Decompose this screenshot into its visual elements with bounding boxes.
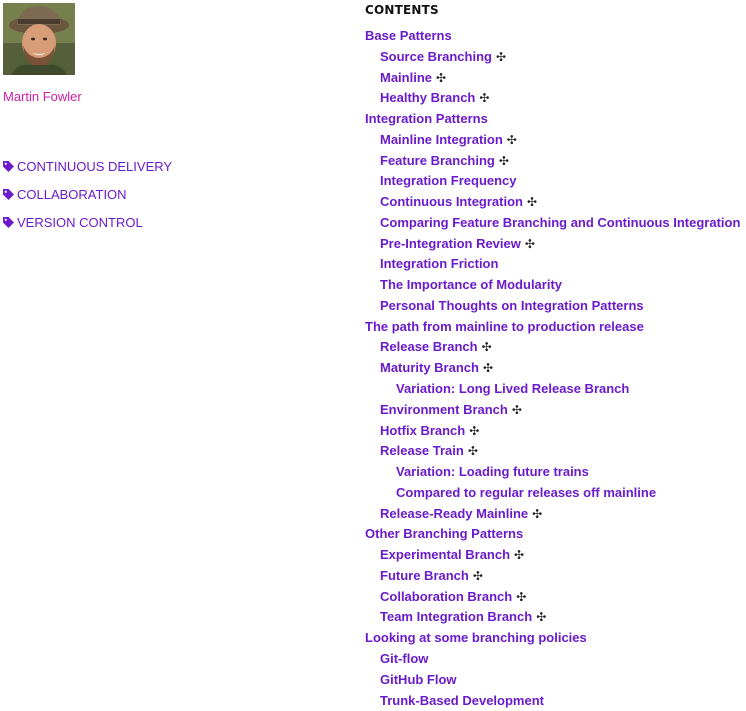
contents-item[interactable]: Healthy Branch ✣	[365, 88, 746, 109]
author-name-link[interactable]: Martin Fowler	[3, 88, 82, 106]
contents-item[interactable]: Integration Friction	[365, 254, 746, 275]
contents-item-label: Variation: Long Lived Release Branch	[396, 381, 629, 396]
contents-item[interactable]: Compared to regular releases off mainlin…	[365, 483, 746, 504]
author-photo[interactable]	[3, 3, 75, 75]
author-photo-icon	[3, 3, 75, 75]
tag-collaboration[interactable]: COLLABORATION	[3, 180, 172, 208]
pattern-mark-icon: ✣	[532, 507, 542, 521]
contents-item[interactable]: Integration Patterns	[365, 109, 746, 130]
contents-item-label: The path from mainline to production rel…	[365, 319, 644, 334]
tag-continuous-delivery[interactable]: CONTINUOUS DELIVERY	[3, 152, 172, 180]
contents-item-label: Collaboration Branch	[380, 589, 512, 604]
contents-item[interactable]: Mainline ✣	[365, 68, 746, 89]
contents-item-label: Git-flow	[380, 651, 428, 666]
contents-item-label: GitHub Flow	[380, 672, 457, 687]
contents-item[interactable]: Variation: Long Lived Release Branch	[365, 379, 746, 400]
contents-item-label: Comparing Feature Branching and Continuo…	[380, 215, 740, 230]
contents-list: Base PatternsSource Branching✣Mainline✣H…	[365, 26, 746, 711]
pattern-mark-icon: ✣	[473, 569, 483, 583]
pattern-mark-icon: ✣	[468, 444, 478, 458]
contents-item-label: Source Branching	[380, 49, 492, 64]
tag-label: VERSION CONTROL	[17, 215, 143, 230]
contents-item-label: Other Branching Patterns	[365, 526, 523, 541]
contents-item-label: Mainline Integration	[380, 132, 503, 147]
contents-item[interactable]: GitHub Flow	[365, 670, 746, 691]
contents-item[interactable]: Release Branch ✣	[365, 337, 746, 358]
contents-item-label: Healthy Branch	[380, 90, 475, 105]
pattern-mark-icon: ✣	[514, 548, 524, 562]
contents-item-label: Maturity Branch	[380, 360, 479, 375]
contents-item-label: Compared to regular releases off mainlin…	[396, 485, 656, 500]
tag-version-control[interactable]: VERSION CONTROL	[3, 208, 172, 236]
contents-item[interactable]: Environment Branch ✣	[365, 400, 746, 421]
contents-item-label: Release-Ready Mainline	[380, 506, 528, 521]
pattern-mark-icon: ✣	[512, 403, 522, 417]
contents-item[interactable]: Experimental Branch ✣	[365, 545, 746, 566]
tag-icon	[3, 189, 14, 200]
tag-label: COLLABORATION	[17, 187, 127, 202]
contents-item[interactable]: Integration Frequency	[365, 171, 746, 192]
contents-item[interactable]: Source Branching ✣	[365, 47, 746, 68]
pattern-mark-icon: ✣	[536, 610, 546, 624]
contents-item-label: Integration Friction	[380, 256, 498, 271]
contents-item[interactable]: Mainline Integration ✣	[365, 130, 746, 151]
contents-item[interactable]: Hotfix Branch ✣	[365, 421, 746, 442]
tag-label: CONTINUOUS DELIVERY	[17, 159, 172, 174]
contents-item[interactable]: Trunk-Based Development	[365, 691, 746, 711]
contents-item-label: Hotfix Branch	[380, 423, 465, 438]
contents-item[interactable]: Base Patterns	[365, 26, 746, 47]
contents-item-label: Looking at some branching policies	[365, 630, 587, 645]
contents-item-label: The Importance of Modularity	[380, 277, 562, 292]
contents-item-label: Release Branch	[380, 339, 478, 354]
tag-icon	[3, 217, 14, 228]
contents-item[interactable]: Collaboration Branch ✣	[365, 587, 746, 608]
pattern-mark-icon: ✣	[507, 133, 517, 147]
tag-list: CONTINUOUS DELIVERY COLLABORATION VERSIO…	[3, 152, 172, 236]
contents-item-label: Pre-Integration Review	[380, 236, 521, 251]
pattern-mark-icon: ✣	[482, 340, 492, 354]
pattern-mark-icon: ✣	[525, 237, 535, 251]
contents-item[interactable]: Future Branch ✣	[365, 566, 746, 587]
contents-item-label: Base Patterns	[365, 28, 452, 43]
contents-item[interactable]: Release Train ✣	[365, 441, 746, 462]
contents-item-label: Integration Patterns	[365, 111, 488, 126]
contents-item[interactable]: Looking at some branching policies	[365, 628, 746, 649]
contents-item-label: Mainline	[380, 70, 432, 85]
contents-item[interactable]: The path from mainline to production rel…	[365, 317, 746, 338]
tag-icon	[3, 161, 14, 172]
contents-item-label: Experimental Branch	[380, 547, 510, 562]
contents-item[interactable]: Personal Thoughts on Integration Pattern…	[365, 296, 746, 317]
contents-item-label: Personal Thoughts on Integration Pattern…	[380, 298, 644, 313]
contents-item-label: Future Branch	[380, 568, 469, 583]
contents-item[interactable]: Git-flow	[365, 649, 746, 670]
contents-item-label: Release Train	[380, 443, 464, 458]
pattern-mark-icon: ✣	[496, 50, 506, 64]
contents-item[interactable]: Feature Branching ✣	[365, 151, 746, 172]
contents-item[interactable]: Other Branching Patterns	[365, 524, 746, 545]
contents-item[interactable]: Release-Ready Mainline ✣	[365, 504, 746, 525]
contents-item[interactable]: Team Integration Branch ✣	[365, 607, 746, 628]
contents-item[interactable]: Maturity Branch ✣	[365, 358, 746, 379]
pattern-mark-icon: ✣	[469, 424, 479, 438]
contents-item[interactable]: Comparing Feature Branching and Continuo…	[365, 213, 746, 234]
contents-heading: CONTENTS	[365, 0, 439, 20]
pattern-mark-icon: ✣	[516, 590, 526, 604]
pattern-mark-icon: ✣	[527, 195, 537, 209]
contents-item-label: Environment Branch	[380, 402, 508, 417]
pattern-mark-icon: ✣	[499, 154, 509, 168]
contents-item-label: Continuous Integration	[380, 194, 523, 209]
pattern-mark-icon: ✣	[483, 361, 493, 375]
contents-item-label: Team Integration Branch	[380, 609, 532, 624]
contents-item[interactable]: Variation: Loading future trains	[365, 462, 746, 483]
pattern-mark-icon: ✣	[436, 71, 446, 85]
contents-item-label: Feature Branching	[380, 153, 495, 168]
contents-item[interactable]: The Importance of Modularity	[365, 275, 746, 296]
contents-item-label: Variation: Loading future trains	[396, 464, 589, 479]
pattern-mark-icon: ✣	[479, 91, 489, 105]
contents-item-label: Integration Frequency	[380, 173, 517, 188]
contents-item[interactable]: Pre-Integration Review ✣	[365, 234, 746, 255]
contents-item-label: Trunk-Based Development	[380, 693, 544, 708]
contents-item[interactable]: Continuous Integration ✣	[365, 192, 746, 213]
